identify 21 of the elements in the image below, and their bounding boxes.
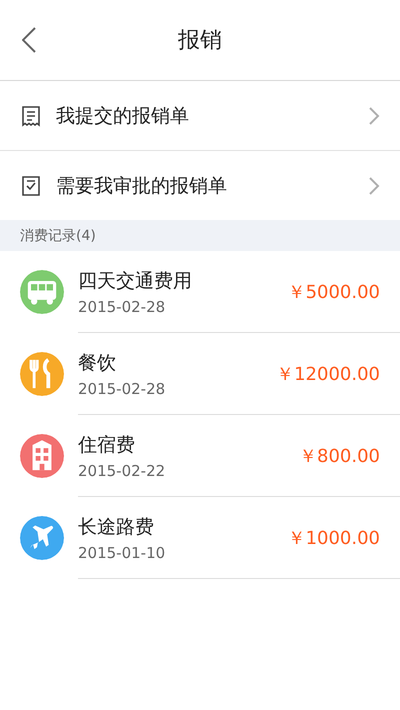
section-header: 消费记录(4) — [19, 227, 97, 246]
expense-name: 四天交通费用 — [78, 268, 192, 294]
chevron-icon — [368, 106, 380, 126]
menu-item[interactable]: 我提交的报销单 — [0, 81, 400, 151]
page-title: 报销 — [178, 27, 222, 55]
back-icon — [22, 27, 36, 53]
expense-date: 2015-02-28 — [78, 380, 166, 398]
expense-date: 2015-01-10 — [78, 544, 166, 562]
expense-amount: ￥800.00 — [299, 444, 380, 468]
expense-amount: ￥5000.00 — [288, 280, 380, 304]
receipt-icon — [20, 104, 42, 126]
expense-date: 2015-02-22 — [78, 462, 166, 480]
expense-date: 2015-02-28 — [78, 298, 166, 316]
chevron-icon — [368, 176, 380, 196]
expense-amount: ￥12000.00 — [276, 362, 380, 386]
expense-name: 住宿费 — [78, 432, 135, 458]
expense-amount: ￥1000.00 — [288, 526, 380, 550]
expense-name: 长途路费 — [78, 514, 154, 540]
expense-name: 餐饮 — [78, 350, 116, 376]
checklist-icon — [20, 174, 42, 196]
menu-item[interactable]: 需要我审批的报销单 — [0, 151, 400, 220]
